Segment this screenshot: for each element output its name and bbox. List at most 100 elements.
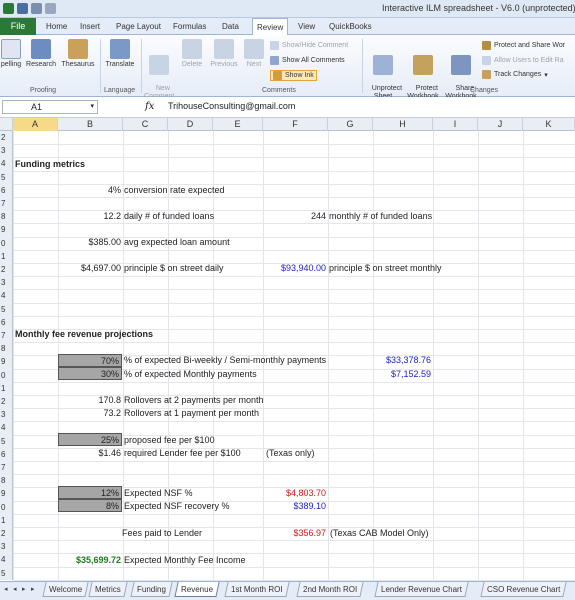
tab-formulas[interactable]: Formulas [173, 18, 206, 35]
cell-rollovers-2[interactable]: 170.8 [58, 394, 121, 406]
cell-nsf-amount[interactable]: $4,803.70 [263, 487, 326, 499]
tab-data[interactable]: Data [222, 18, 239, 35]
cell-fees-lender-amount[interactable]: $356.97 [263, 527, 326, 539]
translate-button[interactable]: Translate [102, 39, 138, 69]
tab-review[interactable]: Review [252, 18, 289, 35]
next-comment-button[interactable]: Next [242, 39, 266, 69]
input-monthly-pct[interactable]: 30% [58, 367, 122, 380]
row-header[interactable]: 1 [0, 249, 13, 263]
spelling-button[interactable]: pelling [0, 39, 22, 69]
row-header[interactable]: 5 [0, 434, 13, 448]
row-header[interactable]: 7 [0, 329, 13, 343]
protect-and-share-button[interactable]: Protect and Share Wor [482, 41, 565, 50]
cell-monthly-fee-income[interactable]: $35,699.72 [58, 554, 121, 566]
track-changes-button[interactable]: Track Changes ▾ [482, 70, 548, 79]
undo-icon[interactable] [31, 3, 42, 14]
delete-comment-button[interactable]: Delete [178, 39, 206, 69]
row-header[interactable]: 4 [0, 157, 13, 171]
row-header[interactable]: 2 [0, 263, 13, 277]
row-header[interactable]: 8 [0, 210, 13, 224]
column-header[interactable]: K [523, 118, 575, 131]
column-header[interactable]: F [263, 118, 328, 131]
row-header[interactable]: 7 [0, 197, 13, 211]
tab-page-layout[interactable]: Page Layout [116, 18, 161, 35]
input-fee-pct[interactable]: 25% [58, 433, 122, 446]
tab-file[interactable]: File [0, 18, 36, 35]
sheet-tab-revenue[interactable]: Revenue [174, 582, 220, 597]
row-header[interactable]: 1 [0, 381, 13, 395]
cell-nsf-recovery-amount[interactable]: $389.10 [263, 500, 326, 512]
input-biweekly-pct[interactable]: 70% [58, 354, 122, 367]
column-header[interactable]: C [123, 118, 168, 131]
cell-lender-fee[interactable]: $1.46 [58, 447, 121, 459]
row-header[interactable]: 8 [0, 342, 13, 356]
row-header[interactable]: 3 [0, 276, 13, 290]
sheet-tab-cso-revenue-chart[interactable]: CSO Revenue Chart [480, 582, 567, 597]
show-all-comments-button[interactable]: Show All Comments [270, 56, 345, 65]
previous-comment-button[interactable]: Previous [208, 39, 240, 69]
prev-sheet-icon[interactable]: ◂ [13, 585, 17, 593]
column-header[interactable]: G [328, 118, 373, 131]
cell-conversion-rate[interactable]: 4% [58, 184, 121, 196]
cell-principle-monthly[interactable]: $93,940.00 [263, 262, 326, 274]
cell-daily-loans[interactable]: 12.2 [58, 210, 121, 222]
sheet-tab-metrics[interactable]: Metrics [88, 582, 128, 597]
cell-principle-daily[interactable]: $4,697.00 [58, 262, 121, 274]
row-header[interactable]: 5 [0, 170, 13, 184]
input-nsf-pct[interactable]: 12% [58, 486, 122, 499]
research-button[interactable]: Research [24, 39, 58, 69]
cell-avg-loan[interactable]: $385.00 [58, 236, 121, 248]
row-header[interactable]: 4 [0, 421, 13, 435]
sheet-tab-funding[interactable]: Funding [130, 582, 173, 597]
row-header[interactable]: 5 [0, 302, 13, 316]
row-header[interactable]: 6 [0, 183, 13, 197]
row-header[interactable]: 2 [0, 527, 13, 541]
show-ink-button[interactable]: Show Ink [270, 70, 317, 81]
row-header[interactable]: 3 [0, 540, 13, 554]
thesaurus-button[interactable]: Thesaurus [60, 39, 96, 69]
sheet-tab-welcome[interactable]: Welcome [42, 582, 89, 597]
allow-users-button[interactable]: Allow Users to Edit Ra [482, 56, 564, 65]
row-header[interactable]: 1 [0, 513, 13, 527]
row-header[interactable]: 2 [0, 395, 13, 409]
row-header[interactable]: 9 [0, 355, 13, 369]
name-box[interactable]: A1 ▾ [2, 100, 98, 114]
row-header[interactable]: 6 [0, 447, 13, 461]
row-header[interactable]: 0 [0, 368, 13, 382]
row-header[interactable]: 2 [0, 131, 13, 145]
row-header[interactable]: 4 [0, 289, 13, 303]
insert-function-icon[interactable]: fx [145, 101, 154, 112]
formula-input[interactable]: TrihouseConsulting@gmail.com [168, 101, 295, 111]
row-header[interactable]: 0 [0, 236, 13, 250]
row-header[interactable]: 9 [0, 487, 13, 501]
column-header[interactable]: E [213, 118, 263, 131]
column-header[interactable]: I [433, 118, 478, 131]
save-icon[interactable] [17, 3, 28, 14]
tab-quickbooks[interactable]: QuickBooks [329, 18, 372, 35]
row-header[interactable]: 8 [0, 474, 13, 488]
last-sheet-icon[interactable]: ▸ [31, 585, 35, 593]
column-header[interactable]: H [373, 118, 433, 131]
row-header[interactable]: 4 [0, 553, 13, 567]
row-header[interactable]: 6 [0, 315, 13, 329]
column-header[interactable]: B [58, 118, 123, 131]
row-header[interactable]: 3 [0, 408, 13, 422]
row-header[interactable]: 0 [0, 500, 13, 514]
cell-monthly-loans[interactable]: 244 [263, 210, 326, 222]
column-header[interactable]: A [13, 118, 58, 131]
column-header[interactable]: D [168, 118, 213, 131]
input-nsf-recovery-pct[interactable]: 8% [58, 499, 122, 512]
worksheet-grid[interactable]: 2345678901234567890123456789012345 Fundi… [0, 131, 575, 581]
row-header[interactable]: 3 [0, 144, 13, 158]
tab-insert[interactable]: Insert [80, 18, 100, 35]
show-hide-comment-button[interactable]: Show/Hide Comment [270, 41, 348, 50]
sheet-tab-lender-revenue-chart[interactable]: Lender Revenue Chart [374, 582, 469, 597]
row-header[interactable]: 9 [0, 223, 13, 237]
cell-rollovers-1[interactable]: 73.2 [58, 407, 121, 419]
row-header[interactable]: 7 [0, 461, 13, 475]
tab-view[interactable]: View [298, 18, 315, 35]
tab-home[interactable]: Home [46, 18, 67, 35]
sheet-tab-2nd-month-roi[interactable]: 2nd Month ROI [296, 582, 364, 597]
sheet-tab-1st-month-roi[interactable]: 1st Month ROI [224, 582, 290, 597]
row-header[interactable]: 5 [0, 566, 13, 580]
